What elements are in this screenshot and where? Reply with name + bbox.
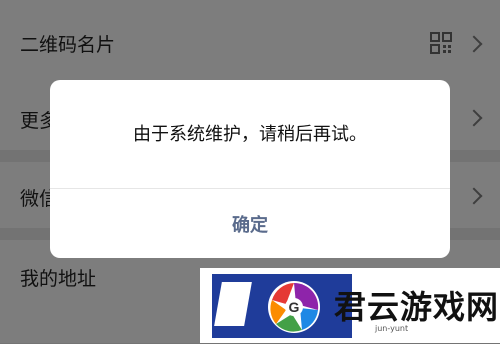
dialog-message: 由于系统维护，请稍后再试。 [133,124,367,145]
alert-dialog: 由于系统维护，请稍后再试。 确定 [50,80,450,258]
chevron-right-icon [465,35,483,53]
watermark-subtitle: jun-yunt [375,324,409,333]
watermark-logo-letter: G [289,299,300,315]
row-qr-card[interactable]: 二维码名片 [0,0,500,89]
chevron-right-icon [465,109,483,127]
row-qr-card-label: 二维码名片 [20,34,116,56]
qr-code-icon [430,32,452,54]
confirm-button[interactable]: 确定 [50,189,450,258]
watermark-title: 君云游戏网 [334,288,500,326]
chevron-right-icon [465,187,483,205]
watermark: G 君云游戏网 jun-yunt [200,268,500,343]
row-my-address-label: 我的地址 [20,268,97,290]
watermark-logo-icon: G [268,281,320,333]
